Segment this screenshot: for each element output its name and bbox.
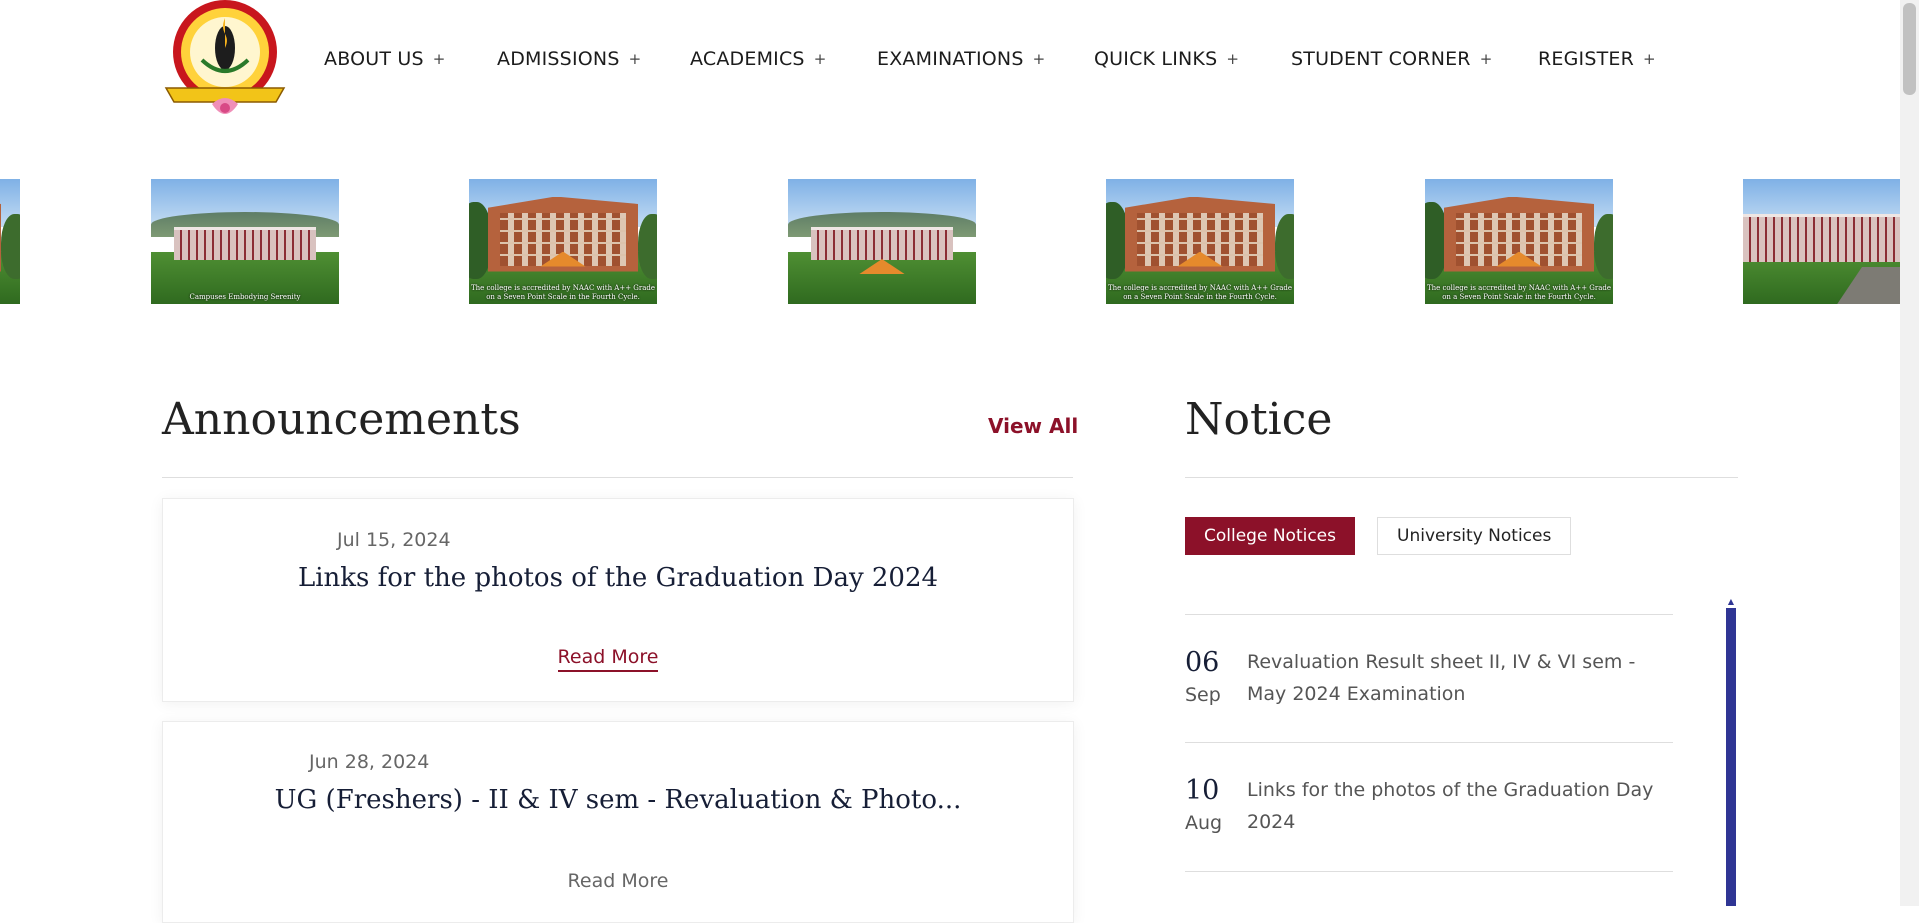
divider bbox=[1185, 871, 1673, 872]
view-all-link[interactable]: View All bbox=[988, 414, 1078, 438]
nav-register[interactable]: REGISTER + bbox=[1538, 44, 1658, 74]
plus-icon: + bbox=[813, 50, 827, 68]
slide-caption: The college is accredited by NAAC with A… bbox=[1426, 284, 1612, 301]
notice-item-text[interactable]: Revaluation Result sheet II, IV & VI sem… bbox=[1247, 646, 1667, 710]
nav-admissions[interactable]: ADMISSIONS + bbox=[497, 44, 690, 74]
nav-label: EXAMINATIONS bbox=[877, 48, 1024, 70]
announcement-card: Jul 15, 2024 Links for the photos of the… bbox=[162, 498, 1074, 702]
slide-image[interactable]: The college is accredited by NAAC with A… bbox=[1106, 179, 1294, 304]
plus-icon: + bbox=[1226, 50, 1240, 68]
college-logo[interactable] bbox=[160, 0, 290, 124]
notice-scrollbar[interactable] bbox=[1726, 608, 1736, 906]
nav-examinations[interactable]: EXAMINATIONS + bbox=[877, 44, 1094, 74]
main-nav: ABOUT US + ADMISSIONS + ACADEMICS + EXAM… bbox=[324, 44, 1658, 74]
tab-college-notices[interactable]: College Notices bbox=[1185, 517, 1355, 555]
announcement-date: Jun 28, 2024 bbox=[309, 751, 430, 773]
divider bbox=[1185, 614, 1673, 615]
notice-month: Aug bbox=[1185, 812, 1223, 834]
notice-item-text[interactable]: Links for the photos of the Graduation D… bbox=[1247, 774, 1667, 838]
scroll-up-icon[interactable]: ▲ bbox=[1726, 597, 1736, 607]
notice-day: 10 bbox=[1185, 775, 1220, 806]
plus-icon: + bbox=[628, 50, 642, 68]
announcement-date: Jul 15, 2024 bbox=[337, 529, 451, 551]
plus-icon: + bbox=[1643, 50, 1656, 68]
divider bbox=[1185, 477, 1738, 478]
announcements-title: Announcements bbox=[162, 394, 521, 445]
tab-university-notices[interactable]: University Notices bbox=[1377, 517, 1572, 555]
slide-caption: Campuses Embodying Serenity bbox=[189, 293, 301, 301]
announcement-title[interactable]: Links for the photos of the Graduation D… bbox=[163, 563, 1073, 593]
read-more-label: Read More bbox=[567, 870, 669, 892]
slide-image[interactable]: The college is accredited by NAAC with A… bbox=[469, 179, 657, 304]
nav-label: ABOUT US bbox=[324, 48, 424, 70]
slide-image[interactable]: Campuses Embodying Serenity bbox=[151, 179, 339, 304]
read-more-link[interactable]: Read More bbox=[163, 870, 1073, 892]
divider bbox=[1185, 742, 1673, 743]
announcement-title[interactable]: UG (Freshers) - II & IV sem - Revaluatio… bbox=[163, 785, 1073, 815]
read-more-link[interactable]: Read More bbox=[153, 646, 1063, 672]
nav-label: STUDENT CORNER bbox=[1291, 48, 1471, 70]
notice-month: Sep bbox=[1185, 684, 1221, 706]
slide-image[interactable] bbox=[788, 179, 976, 304]
page-scrollbar[interactable] bbox=[1900, 0, 1919, 906]
slide-caption: The college is accredited by NAAC with A… bbox=[470, 284, 656, 301]
read-more-label: Read More bbox=[557, 646, 659, 672]
nav-student-corner[interactable]: STUDENT CORNER + bbox=[1291, 44, 1538, 74]
page-scrollbar-thumb[interactable] bbox=[1903, 3, 1916, 95]
plus-icon: + bbox=[432, 50, 446, 68]
slide-image[interactable]: The college is accredited by NAAC with A… bbox=[1425, 179, 1613, 304]
slide-image[interactable] bbox=[1743, 179, 1900, 304]
nav-label: QUICK LINKS bbox=[1094, 48, 1218, 70]
nav-about-us[interactable]: ABOUT US + bbox=[324, 44, 497, 74]
divider bbox=[162, 477, 1073, 478]
nav-label: ADMISSIONS bbox=[497, 48, 620, 70]
nav-label: REGISTER bbox=[1538, 48, 1635, 70]
plus-icon: + bbox=[1032, 50, 1046, 68]
slide-caption: The college is accredited by NAAC with A… bbox=[1107, 284, 1293, 301]
nav-quick-links[interactable]: QUICK LINKS + bbox=[1094, 44, 1291, 74]
notice-day: 06 bbox=[1185, 647, 1220, 678]
notice-title: Notice bbox=[1185, 394, 1333, 445]
nav-label: ACADEMICS bbox=[690, 48, 805, 70]
nav-academics[interactable]: ACADEMICS + bbox=[690, 44, 877, 74]
plus-icon: + bbox=[1479, 50, 1493, 68]
slide-image[interactable] bbox=[0, 179, 20, 304]
announcement-card: Jun 28, 2024 UG (Freshers) - II & IV sem… bbox=[162, 721, 1074, 923]
